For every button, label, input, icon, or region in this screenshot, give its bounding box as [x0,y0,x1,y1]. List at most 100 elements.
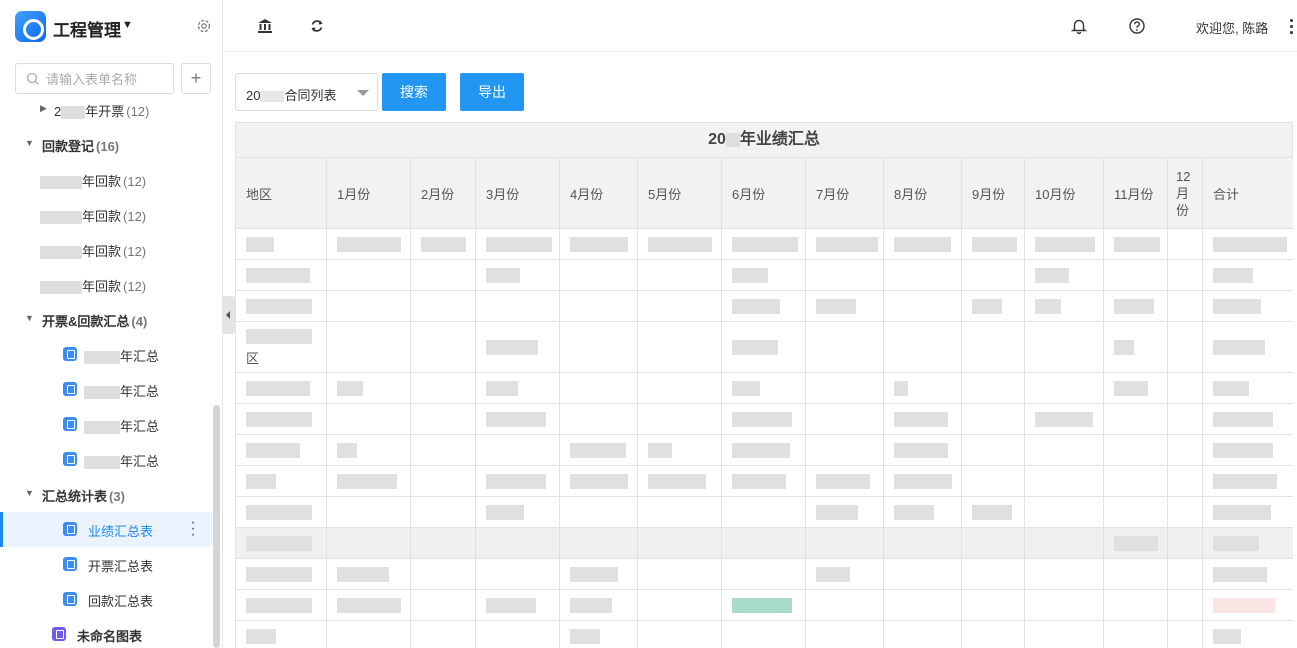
redacted-value [486,598,536,614]
table-cell [1167,465,1203,497]
caret-down-icon[interactable]: ▼ [122,19,133,31]
tree-item-label: 年汇总 [120,384,160,399]
redacted-value [1114,237,1160,253]
table-cell [883,558,962,590]
table-cell [1103,465,1168,497]
table-cell [410,403,476,435]
table-cell [1202,403,1293,435]
redacted-value [1213,536,1259,552]
redacted-value [1114,536,1158,552]
table-cell [1024,558,1104,590]
search-button[interactable]: 搜索 [382,73,446,111]
table-cell [637,527,722,559]
redacted-value [1213,340,1265,356]
redacted-value [648,237,712,253]
column-header[interactable]: 6月份 [721,157,806,229]
tree-group[interactable]: ▼ 开票&回款汇总 (4) [0,302,212,337]
contract-list-select[interactable]: 20 合同列表 [235,73,378,111]
tree-item[interactable]: 年汇总 [0,337,212,372]
export-button[interactable]: 导出 [460,73,524,111]
table-cell [410,558,476,590]
data-table: 地区 1月份 2月份 3月份 4月份 5月份 6月份 7月份 8月份 9月份 1… [235,157,1293,648]
table-cell: 区 [235,321,327,373]
tree-item[interactable]: 年回款 (12) [0,232,212,267]
search-input[interactable] [46,69,171,89]
column-header[interactable]: 合计 [1202,157,1293,229]
table-cell [1167,372,1203,404]
refresh-icon[interactable] [308,17,326,35]
column-header[interactable]: 地区 [235,157,327,229]
column-header[interactable]: 5月份 [637,157,722,229]
tree-item[interactable]: 年汇总 [0,442,212,477]
redacted-value [486,268,520,284]
tree-item[interactable]: 年汇总 [0,372,212,407]
column-header[interactable]: 7月份 [805,157,884,229]
year-text: 2 [54,104,62,119]
tree-group[interactable]: ▼ 汇总统计表 (3) [0,477,212,512]
table-row [235,620,1293,648]
more-options-icon[interactable]: · · · [188,515,198,543]
column-header[interactable]: 8月份 [883,157,962,229]
table-cell [1202,372,1293,404]
sidebar-scrollbar-thumb[interactable] [213,405,220,648]
redacted-value [816,505,858,521]
table-cell [1103,403,1168,435]
bell-icon[interactable] [1070,17,1088,35]
table-cell [1167,558,1203,590]
tree-group[interactable]: ▼ 回款登记 (16) [0,127,212,162]
tree-group-count: (3) [109,489,125,504]
tree-item[interactable]: 年回款 (12) [0,267,212,302]
column-header[interactable]: 3月份 [475,157,560,229]
more-options-icon[interactable] [1289,18,1295,36]
tree-item[interactable]: 回款汇总表 [0,582,212,617]
column-header[interactable]: 12月份 [1167,157,1203,229]
table-cell [961,403,1025,435]
table-cell [721,496,806,528]
redacted-value [337,598,401,614]
column-header[interactable]: 10月份 [1024,157,1104,229]
welcome-user-text[interactable]: 欢迎您, 陈路 [1196,18,1268,37]
table-cell [1167,434,1203,466]
table-cell [961,558,1025,590]
tree-item[interactable]: 年汇总 [0,407,212,442]
tree-item[interactable]: 未命名图表 [0,617,212,648]
table-cell [475,290,560,322]
column-header[interactable]: 2月份 [410,157,476,229]
redacted-value [732,340,778,356]
table-cell [1202,465,1293,497]
tree-item[interactable]: 年回款 (12) [0,197,212,232]
table-cell [559,290,638,322]
redacted-value [648,474,706,490]
table-cell [1024,321,1104,373]
table-cell [961,228,1025,260]
table-cell [235,620,327,648]
tree-item[interactable]: ▶ 2 年开票 (12) [0,96,212,127]
table-cell [637,321,722,373]
column-header[interactable]: 4月份 [559,157,638,229]
tree-item[interactable]: 年回款 (12) [0,162,212,197]
table-cell [883,434,962,466]
bank-icon[interactable] [256,17,274,35]
table-cell [637,290,722,322]
table-cell [1202,620,1293,648]
redacted-value [1035,268,1069,284]
redacted-value [570,629,600,645]
gear-icon[interactable] [196,18,212,34]
help-icon[interactable] [1128,17,1146,35]
table-cell [1024,372,1104,404]
tree-item-label: 年回款 [82,244,122,259]
table-cell [235,589,327,621]
table-cell [637,259,722,291]
add-form-button[interactable]: + [181,63,211,94]
app-title[interactable]: 工程管理 [53,16,121,41]
column-header[interactable]: 1月份 [326,157,411,229]
collapse-sidebar-button[interactable] [223,296,235,334]
form-search-box[interactable] [15,63,174,94]
tree-item-active[interactable]: 业绩汇总表 · · · [0,512,212,547]
column-header[interactable]: 11月份 [1103,157,1168,229]
tree-item-count: (12) [123,174,147,189]
column-header[interactable]: 9月份 [961,157,1025,229]
table-cell [1103,259,1168,291]
table-cell [805,259,884,291]
tree-item[interactable]: 开票汇总表 [0,547,212,582]
